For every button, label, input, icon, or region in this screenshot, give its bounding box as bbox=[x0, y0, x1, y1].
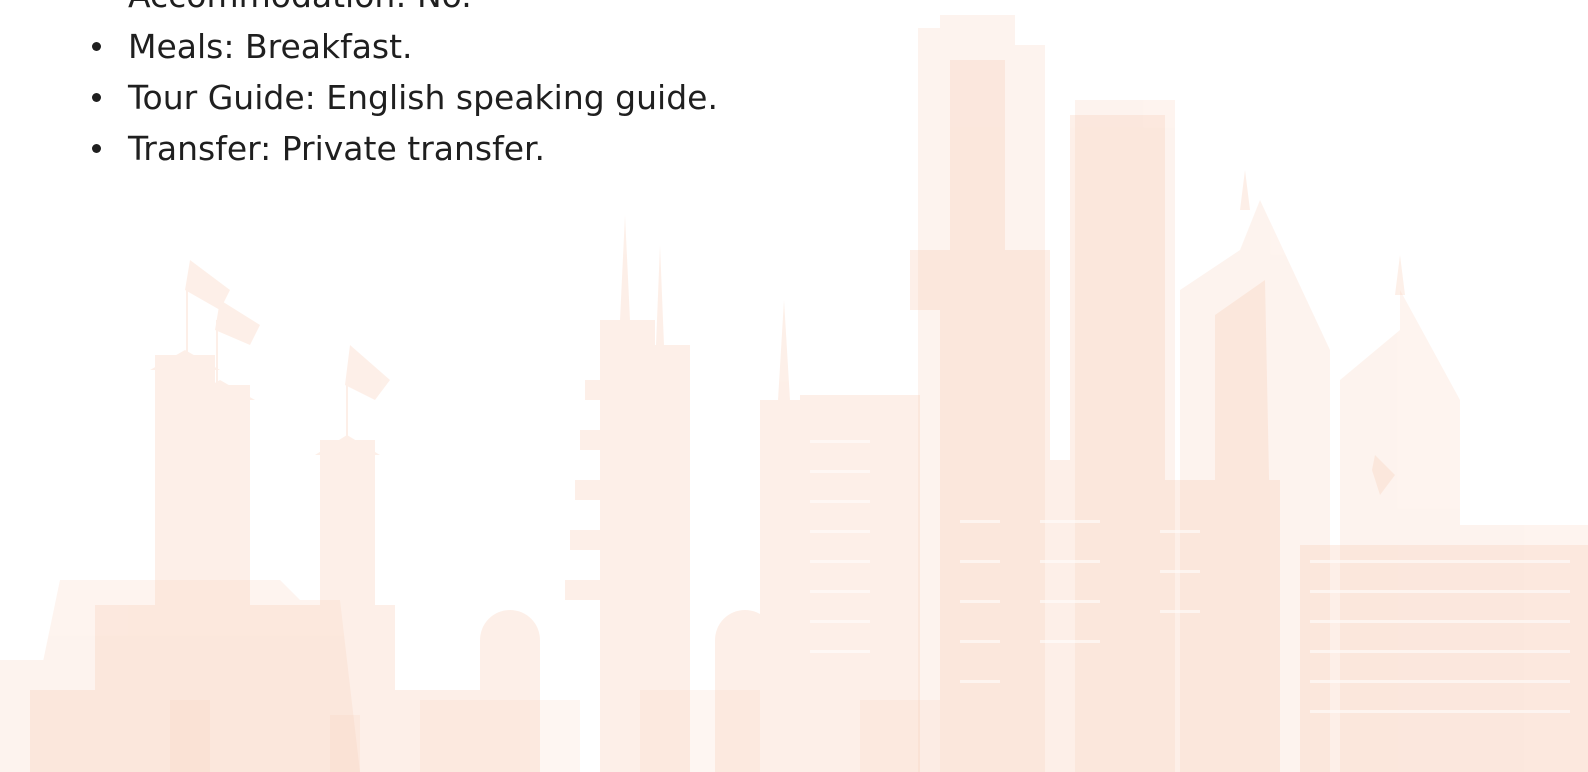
content-area: Accommodation: No. Meals: Breakfast. Tou… bbox=[0, 0, 1588, 772]
list-item-label: Meals: Breakfast. bbox=[128, 27, 413, 66]
page: Accommodation: No. Meals: Breakfast. Tou… bbox=[0, 0, 1588, 772]
bullet-icon bbox=[92, 93, 101, 102]
inclusions-list: Accommodation: No. Meals: Breakfast. Tou… bbox=[92, 0, 718, 174]
list-item-label: Transfer: Private transfer. bbox=[128, 129, 546, 168]
list-item-accommodation: Accommodation: No. bbox=[92, 0, 718, 21]
bullet-icon bbox=[92, 144, 101, 153]
list-item-tour-guide: Tour Guide: English speaking guide. bbox=[92, 72, 718, 123]
list-item-label: Tour Guide: English speaking guide. bbox=[128, 78, 718, 117]
list-item-transfer: Transfer: Private transfer. bbox=[92, 123, 718, 174]
bullet-icon bbox=[92, 42, 101, 51]
list-item-meals: Meals: Breakfast. bbox=[92, 21, 718, 72]
list-item-label: Accommodation: No. bbox=[128, 0, 472, 15]
